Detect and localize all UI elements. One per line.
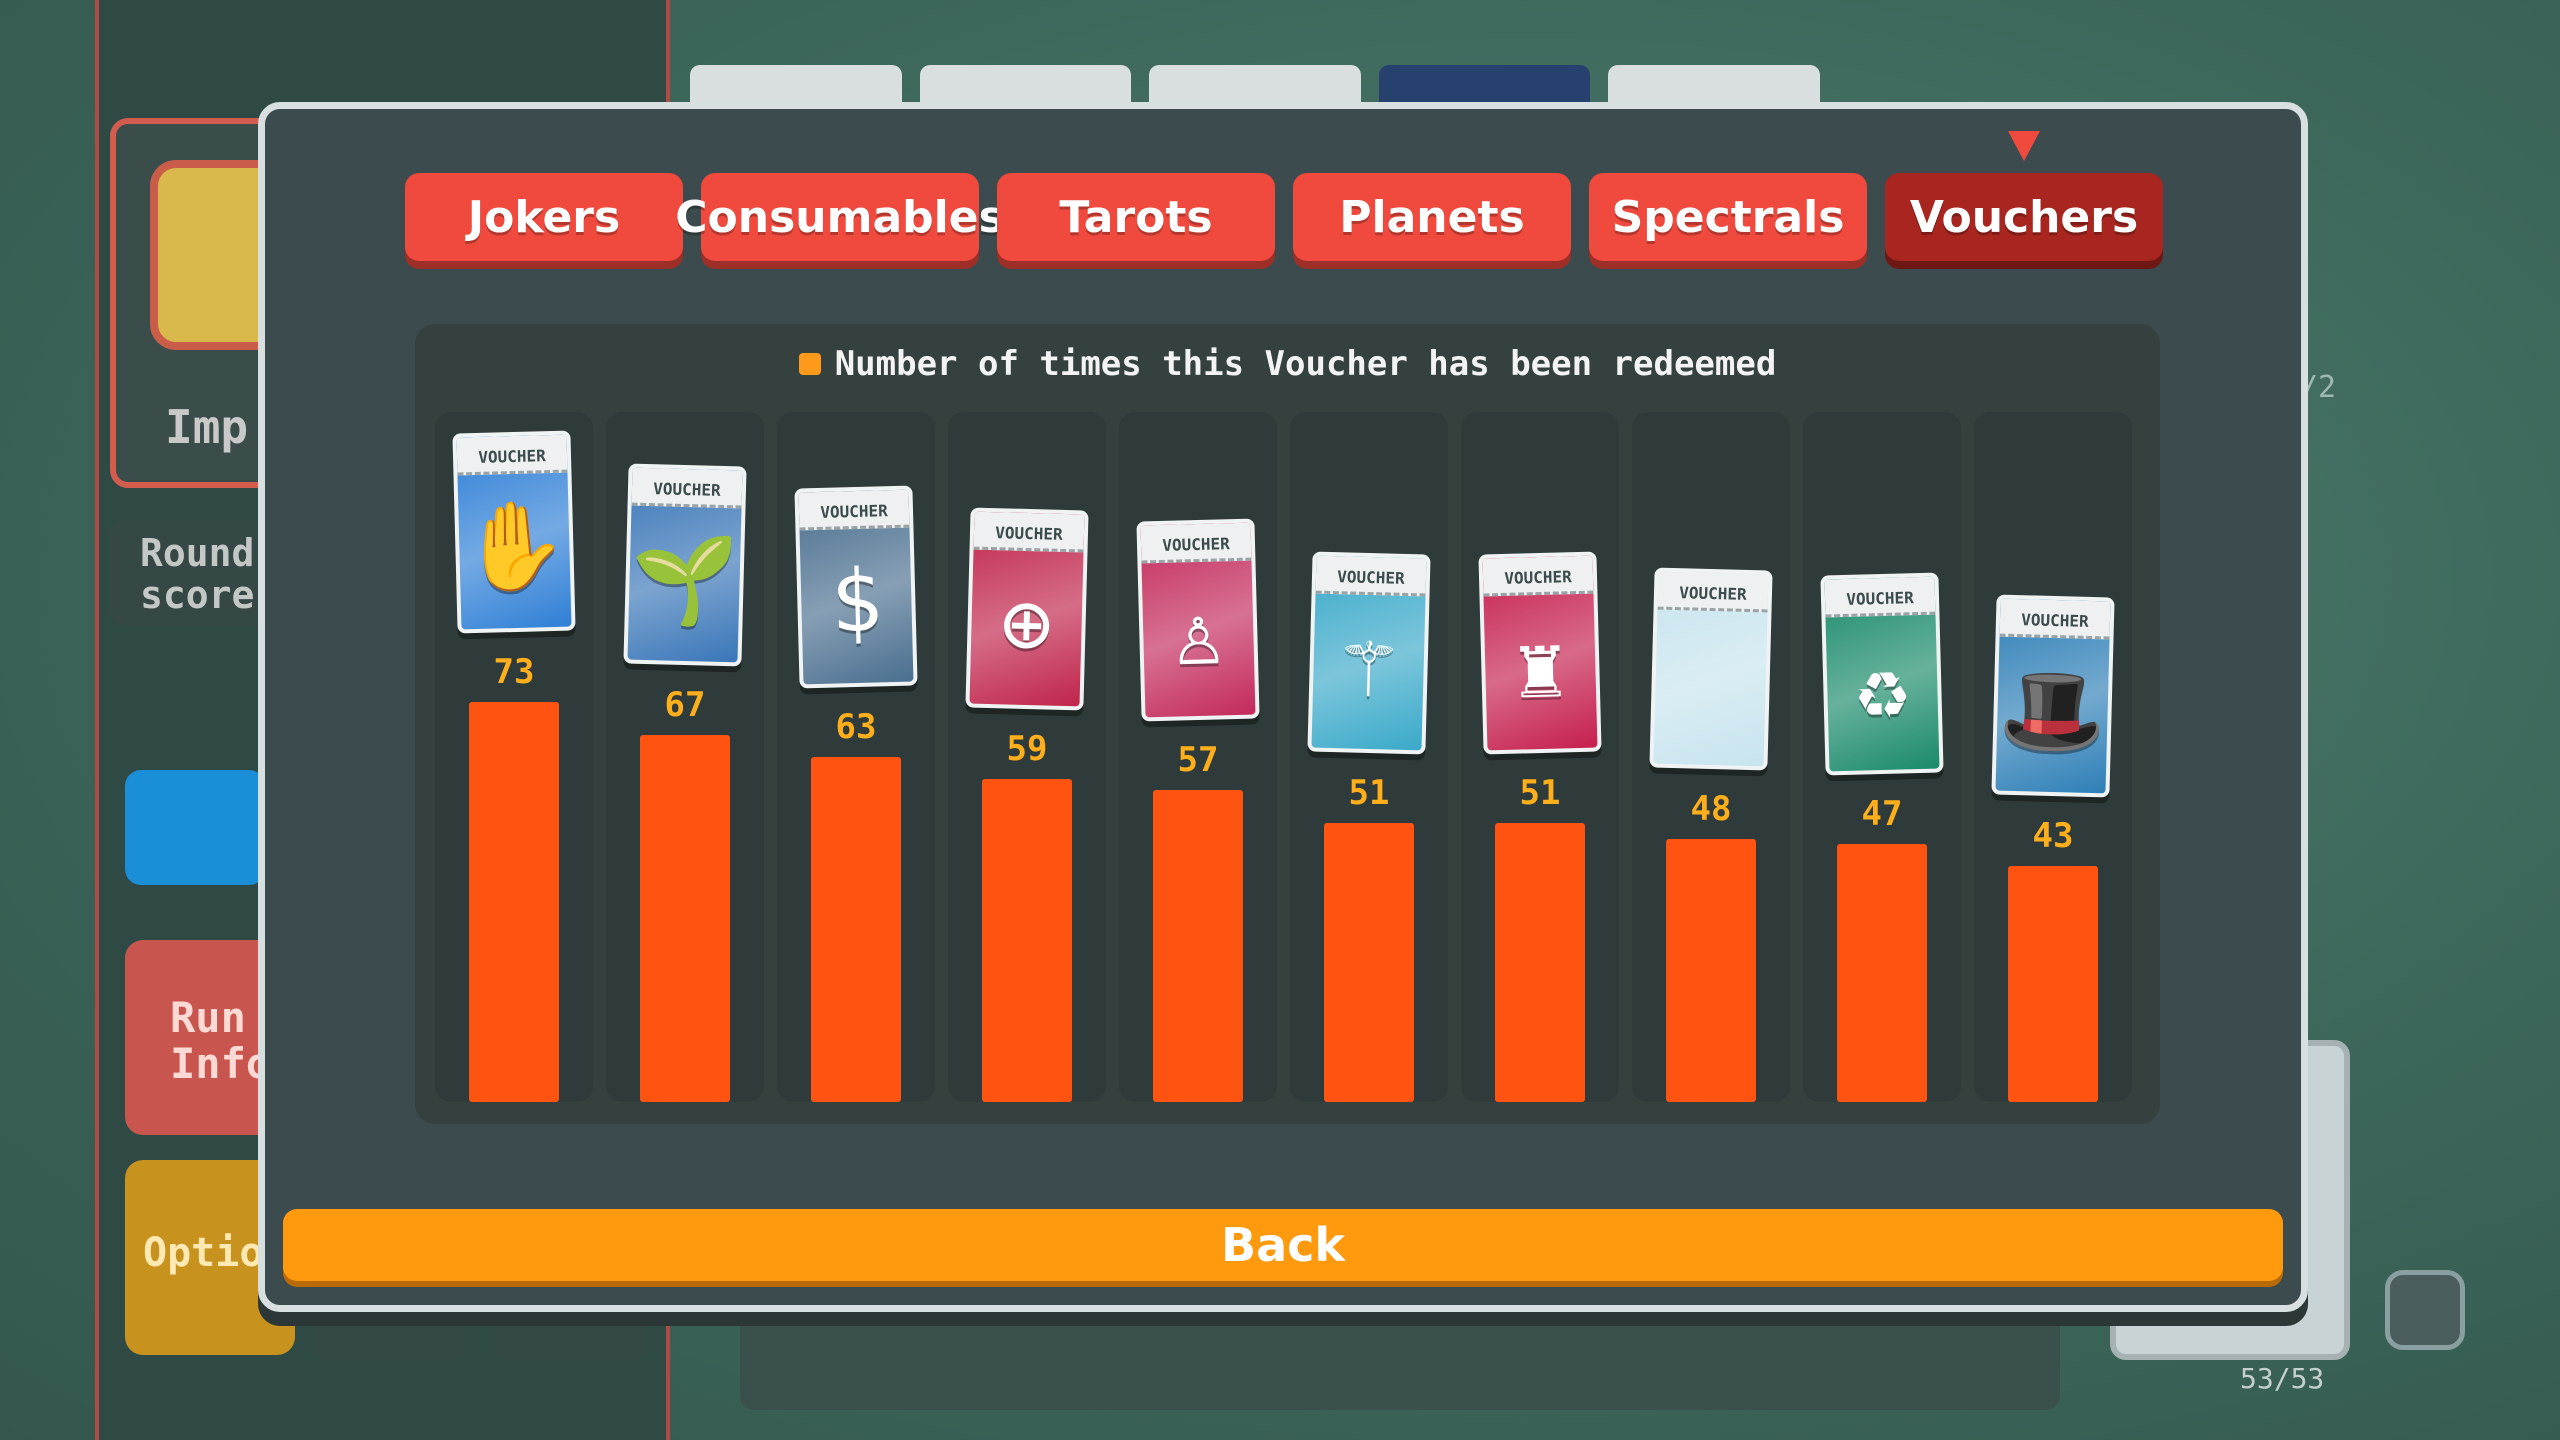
voucher-ticket: VOUCHER ♙ bbox=[1136, 518, 1260, 722]
voucher-stub-label: VOUCHER bbox=[1482, 555, 1594, 597]
bar-value-label: 48 bbox=[1690, 789, 1732, 829]
voucher-ticket: VOUCHER ♻ bbox=[1820, 572, 1944, 776]
deck-view-icon[interactable] bbox=[2385, 1270, 2465, 1350]
voucher-ticket: VOUCHER $ bbox=[794, 485, 918, 689]
voucher-card[interactable]: VOUCHER 🌱 bbox=[623, 463, 747, 667]
voucher-stub-label: VOUCHER bbox=[631, 467, 743, 509]
voucher-ticket: VOUCHER ⊕ bbox=[965, 507, 1089, 711]
tab-vouchers-label: Vouchers bbox=[1909, 191, 2139, 243]
voucher-card[interactable]: VOUCHER ♙ bbox=[1136, 518, 1260, 722]
voucher-card[interactable]: VOUCHER 🎩 bbox=[1991, 594, 2115, 798]
bar-value-label: 63 bbox=[835, 707, 877, 747]
chart-bar bbox=[640, 735, 730, 1102]
score-box bbox=[125, 770, 265, 885]
chart-bar bbox=[469, 702, 559, 1102]
bar-value-label: 57 bbox=[1177, 740, 1219, 780]
chart-columns: 73 VOUCHER ✋ 67 VOUCHER 🌱 63 VOUCHER $59 VOUCHER ⊕… bbox=[435, 412, 2145, 1112]
voucher-card[interactable]: VOUCHER ✋ bbox=[452, 430, 576, 634]
voucher-stub-label: VOUCHER bbox=[1999, 598, 2111, 640]
chart-bar bbox=[1837, 844, 1927, 1102]
chart-legend: Number of times this Voucher has been re… bbox=[415, 344, 2160, 384]
voucher-card[interactable]: VOUCHER ♻ bbox=[1820, 572, 1944, 776]
tab-vouchers[interactable]: Vouchers bbox=[1885, 131, 2163, 261]
voucher-stub-label: VOUCHER bbox=[798, 489, 910, 531]
stats-modal: Jokers Consumables Tarots Planets Spectr… bbox=[258, 102, 2308, 1312]
magic-hat-icon: 🎩 bbox=[1997, 659, 2108, 763]
chart-bar bbox=[1666, 839, 1756, 1102]
selected-tab-marker-icon bbox=[2008, 131, 2040, 161]
voucher-card[interactable]: VOUCHER ♜ bbox=[1478, 551, 1602, 755]
bar-value-label: 73 bbox=[493, 652, 535, 692]
voucher-stub-label: VOUCHER bbox=[456, 434, 568, 476]
bucket-icon: ♜ bbox=[1513, 617, 1568, 719]
bar-value-label: 47 bbox=[1861, 794, 1903, 834]
plus-slot-icon: ⊕ bbox=[999, 573, 1054, 675]
seed-money-icon: 🌱 bbox=[629, 528, 740, 632]
chart-bar bbox=[1324, 823, 1414, 1102]
voucher-stub-label: VOUCHER bbox=[973, 511, 1085, 553]
back-button[interactable]: Back bbox=[283, 1209, 2283, 1281]
figure-icon: ♙ bbox=[1171, 584, 1226, 686]
bar-value-label: 43 bbox=[2032, 816, 2074, 856]
voucher-ticket: VOUCHER 🌱 bbox=[623, 463, 747, 667]
voucher-ticket: VOUCHER ✋ bbox=[452, 430, 576, 634]
chart-bar bbox=[811, 757, 901, 1102]
recycle-icon: ♻ bbox=[1855, 638, 1910, 740]
voucher-chart: Number of times this Voucher has been re… bbox=[415, 324, 2160, 1124]
voucher-card[interactable]: VOUCHER bbox=[1649, 567, 1773, 771]
voucher-ticket: VOUCHER bbox=[1649, 567, 1773, 771]
bar-value-label: 51 bbox=[1348, 773, 1390, 813]
chart-bar bbox=[982, 779, 1072, 1102]
deck-count: 53/53 bbox=[2240, 1362, 2325, 1395]
category-tabs: Jokers Consumables Tarots Planets Spectr… bbox=[405, 131, 2163, 261]
legend-swatch bbox=[798, 353, 821, 375]
voucher-stub-label: VOUCHER bbox=[1315, 555, 1427, 597]
wand-icon: ⚚ bbox=[1341, 617, 1396, 719]
bar-value-label: 51 bbox=[1519, 773, 1561, 813]
chart-bar bbox=[1495, 823, 1585, 1102]
blind-label: Imp bbox=[165, 400, 249, 454]
voucher-stub-label: VOUCHER bbox=[1140, 522, 1252, 564]
tab-spectrals[interactable]: Spectrals bbox=[1589, 173, 1867, 261]
blank-icon bbox=[1657, 628, 1767, 631]
money-icon: $ bbox=[829, 551, 884, 653]
voucher-stub-label: VOUCHER bbox=[1657, 571, 1769, 613]
voucher-ticket: VOUCHER 🎩 bbox=[1991, 594, 2115, 798]
voucher-card[interactable]: VOUCHER $ bbox=[794, 485, 918, 689]
hand-icon: ✋ bbox=[459, 495, 570, 599]
tab-jokers[interactable]: Jokers bbox=[405, 173, 683, 261]
tab-tarots[interactable]: Tarots bbox=[997, 173, 1275, 261]
voucher-ticket: VOUCHER ⚚ bbox=[1307, 551, 1431, 755]
bar-value-label: 59 bbox=[1006, 729, 1048, 769]
voucher-stub-label: VOUCHER bbox=[1824, 576, 1936, 618]
tab-planets[interactable]: Planets bbox=[1293, 173, 1571, 261]
hand-area bbox=[740, 1300, 2060, 1410]
legend-label: Number of times this Voucher has been re… bbox=[834, 344, 1777, 384]
voucher-card[interactable]: VOUCHER ⊕ bbox=[965, 507, 1089, 711]
chart-bar bbox=[1153, 790, 1243, 1102]
bar-value-label: 67 bbox=[664, 685, 706, 725]
voucher-card[interactable]: VOUCHER ⚚ bbox=[1307, 551, 1431, 755]
voucher-ticket: VOUCHER ♜ bbox=[1478, 551, 1602, 755]
tab-consumables[interactable]: Consumables bbox=[675, 173, 1005, 261]
chart-bar bbox=[2008, 866, 2098, 1102]
